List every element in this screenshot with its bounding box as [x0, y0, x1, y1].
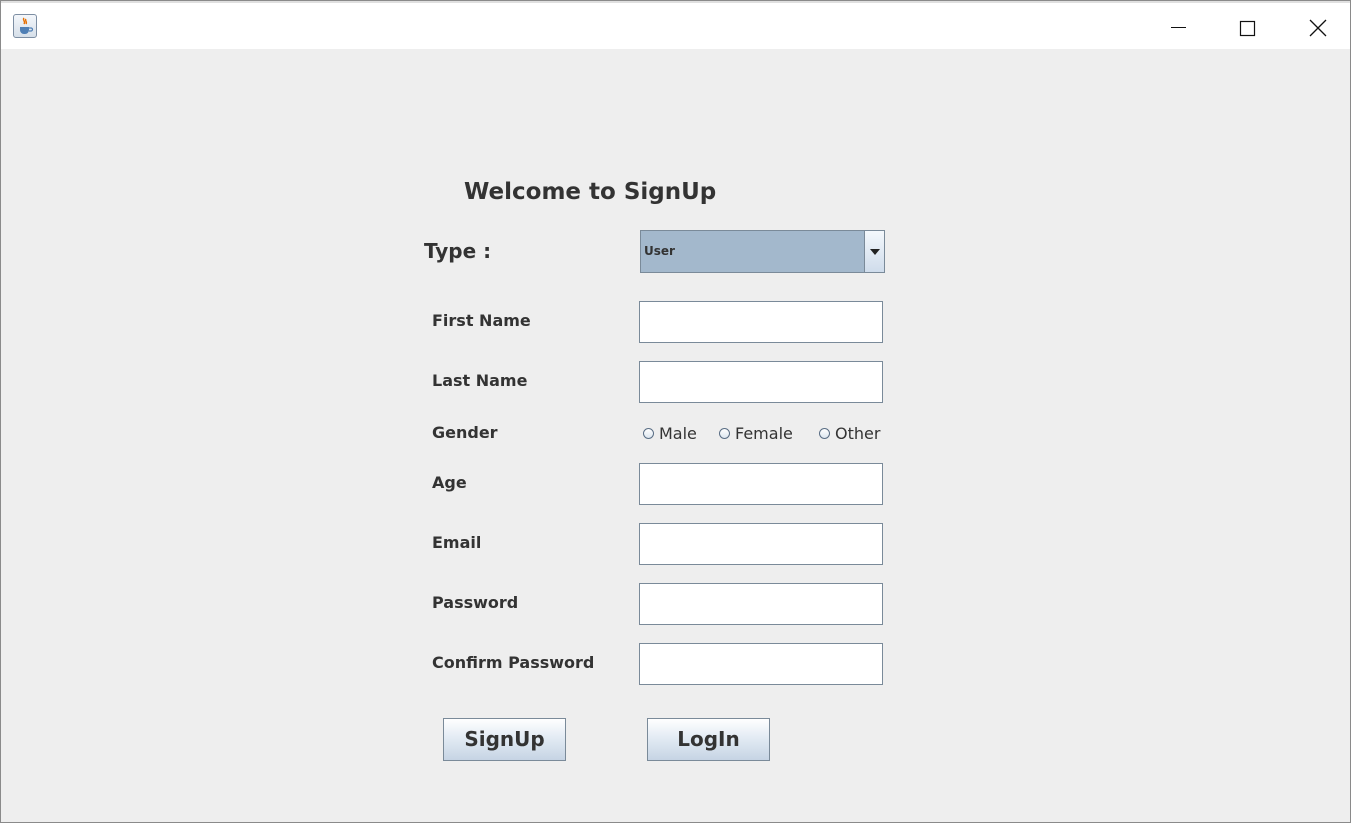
radio-circle-icon[interactable]: [819, 427, 830, 439]
gender-option-label: Other: [835, 423, 881, 443]
radio-circle-icon[interactable]: [719, 427, 730, 439]
chevron-down-icon[interactable]: [864, 231, 884, 272]
type-dropdown[interactable]: User: [640, 230, 885, 273]
password-field[interactable]: [639, 583, 883, 625]
email-field[interactable]: [639, 523, 883, 565]
last-name-label: Last Name: [432, 371, 528, 390]
app-window: Welcome to SignUp Type : User First Name…: [0, 0, 1351, 823]
gender-label: Gender: [432, 423, 498, 442]
age-field[interactable]: [639, 463, 883, 505]
gender-radio-female[interactable]: Female: [719, 423, 793, 443]
login-button[interactable]: LogIn: [647, 718, 770, 761]
signup-button[interactable]: SignUp: [443, 718, 566, 761]
maximize-icon[interactable]: [1224, 7, 1270, 47]
java-cup-icon[interactable]: [13, 14, 37, 38]
gender-radio-other[interactable]: Other: [819, 423, 880, 443]
confirm-password-label: Confirm Password: [432, 653, 595, 672]
age-label: Age: [432, 473, 467, 492]
radio-circle-icon[interactable]: [643, 427, 654, 439]
password-label: Password: [432, 593, 519, 612]
gender-option-label: Male: [659, 423, 697, 443]
gender-radio-male[interactable]: Male: [643, 423, 697, 443]
last-name-field[interactable]: [639, 361, 883, 403]
page-title: Welcome to SignUp: [464, 179, 717, 205]
email-label: Email: [432, 533, 482, 552]
confirm-password-field[interactable]: [639, 643, 883, 685]
first-name-label: First Name: [432, 311, 531, 330]
type-label: Type :: [424, 239, 492, 263]
title-bar[interactable]: [1, 1, 1350, 49]
minimize-icon[interactable]: [1155, 7, 1201, 47]
gender-option-label: Female: [735, 423, 793, 443]
close-icon[interactable]: [1295, 7, 1341, 47]
type-dropdown-value: User: [644, 244, 675, 258]
first-name-field[interactable]: [639, 301, 883, 343]
